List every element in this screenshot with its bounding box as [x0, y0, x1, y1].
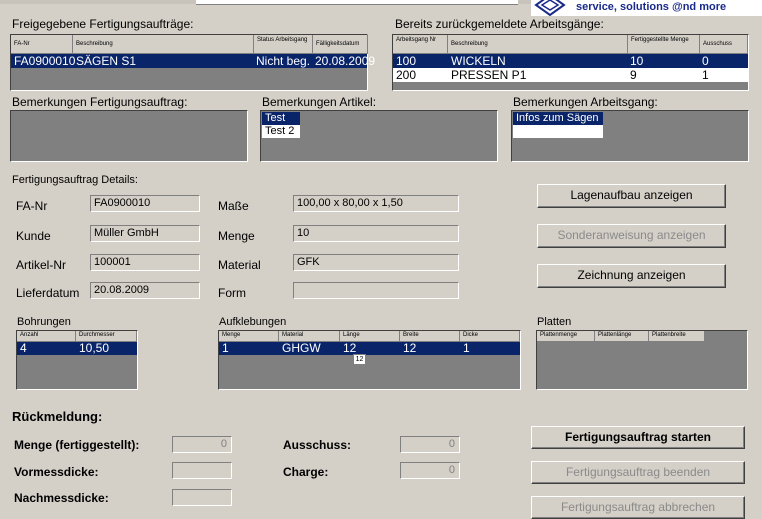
- cell-beschreibung: SÄGEN S1: [76, 54, 137, 68]
- table-row[interactable]: 100 WICKELN 10 0: [393, 54, 748, 68]
- platten-title: Platten: [537, 316, 572, 328]
- menge-label: Menge: [218, 229, 255, 243]
- col-header-fertiggestellte-menge[interactable]: Fertiggestellte Menge: [628, 35, 700, 54]
- lieferdatum-field[interactable]: 20.08.2009: [90, 282, 200, 299]
- table-row[interactable]: 1 GHGW 12 12 1: [219, 342, 520, 355]
- masse-label: Maße: [218, 199, 249, 213]
- cell-nr: 200: [396, 68, 417, 82]
- zurueckgemeldet-list[interactable]: Arbeitsgang Nr Beschreibung Fertiggestel…: [392, 34, 749, 91]
- table-row[interactable]: 4 10,50: [17, 342, 137, 355]
- col-header-beschreibung[interactable]: Beschreibung: [448, 35, 628, 54]
- lieferdatum-label: Lieferdatum: [16, 286, 80, 300]
- freigegebene-title: Freigegebene Fertigungsaufträge:: [12, 17, 194, 31]
- zurueckgemeldet-title: Bereits zurückgemeldete Arbeitsgänge:: [395, 17, 604, 31]
- list-item[interactable]: Test: [262, 112, 300, 125]
- bemerkungen-auftrag-title: Bemerkungen Fertigungsauftrag:: [12, 95, 188, 109]
- freigegebene-list[interactable]: FA-Nr Beschreibung Status Arbeitsgang Fä…: [10, 34, 375, 91]
- cell-ausschuss: 1: [702, 68, 709, 82]
- list-item[interactable]: Test 2: [262, 125, 300, 138]
- menge-field[interactable]: 10: [293, 225, 459, 242]
- cell-dicke: 1: [463, 341, 470, 355]
- list-item[interactable]: Infos zum Sägen: [513, 112, 603, 125]
- cell-beschreibung: WICKELN: [451, 54, 506, 68]
- cell-beschreibung: PRESSEN P1: [451, 68, 527, 82]
- cell-fa-nr: FA0900010: [14, 54, 76, 68]
- cell-material: GHGW: [282, 341, 321, 355]
- cell-datum: 20.08.2009: [315, 54, 376, 68]
- sonderanweisung-button[interactable]: Sonderanweisung anzeigen: [537, 224, 726, 248]
- logo: service, solutions @nd more: [531, 0, 762, 16]
- col-header-ausschuss[interactable]: Ausschuss: [700, 35, 748, 54]
- bohrungen-title: Bohrungen: [17, 316, 71, 328]
- bemerkungen-arbeitsgang-title: Bemerkungen Arbeitsgang:: [513, 95, 658, 109]
- bemerkungen-auftrag-list[interactable]: [10, 110, 248, 162]
- col-header-status[interactable]: Status Arbeitsgang: [254, 35, 313, 54]
- rueckmeldung-title: Rückmeldung:: [12, 409, 103, 424]
- masse-field[interactable]: 100,00 x 80,00 x 1,50: [293, 195, 459, 212]
- bohrungen-table[interactable]: Anzahl Durchmesser 4 10,50: [16, 330, 138, 390]
- vormessdicke-label: Vormessdicke:: [14, 465, 99, 479]
- fa-nr-field[interactable]: FA0900010: [90, 195, 200, 212]
- aufklebungen-table[interactable]: Menge Material Länge Breite Dicke 1 GHGW…: [218, 330, 521, 390]
- table-row[interactable]: 200 PRESSEN P1 9 1: [393, 68, 748, 82]
- details-title: Fertigungsauftrag Details:: [12, 174, 138, 186]
- kunde-label: Kunde: [16, 229, 51, 243]
- cell-menge: 1: [222, 341, 229, 355]
- vormessdicke-field[interactable]: [172, 462, 232, 479]
- cell-ausschuss: 0: [702, 54, 709, 68]
- cell-nr: 100: [396, 54, 417, 68]
- cell-status: Nicht beg.: [256, 54, 311, 68]
- starten-button[interactable]: Fertigungsauftrag starten: [531, 426, 745, 449]
- bemerkungen-arbeitsgang-list[interactable]: Infos zum Sägen: [511, 110, 749, 162]
- platten-table[interactable]: Plattenmenge Plattenlänge Plattenbreite: [536, 330, 748, 390]
- col-header-beschreibung[interactable]: Beschreibung: [73, 35, 254, 54]
- col-header-plattenlaenge[interactable]: Plattenlänge: [595, 331, 649, 342]
- col-header-faelligkeit[interactable]: Fälligkeitsdatum: [313, 35, 368, 54]
- charge-label: Charge:: [283, 465, 329, 479]
- bemerkungen-artikel-title: Bemerkungen Artikel:: [262, 95, 377, 109]
- cell-menge: 9: [630, 68, 637, 82]
- col-header-plattenbreite[interactable]: Plattenbreite: [649, 331, 705, 342]
- fa-nr-label: FA-Nr: [16, 199, 48, 213]
- list-item-empty[interactable]: [513, 125, 603, 138]
- material-label: Material: [218, 258, 261, 272]
- ausschuss-label: Ausschuss:: [283, 438, 352, 452]
- menge-fertig-label: Menge (fertiggestellt):: [14, 438, 140, 452]
- col-header-plattenmenge[interactable]: Plattenmenge: [537, 331, 595, 342]
- charge-field[interactable]: 0: [400, 462, 460, 479]
- top-field: [196, 0, 518, 5]
- col-header-fa-nr[interactable]: FA-Nr: [11, 35, 73, 54]
- col-header-arbeitsgang-nr[interactable]: Arbeitsgang Nr: [393, 35, 448, 54]
- material-field[interactable]: GFK: [293, 254, 459, 271]
- nachmessdicke-field[interactable]: [172, 489, 232, 506]
- nachmessdicke-label: Nachmessdicke:: [14, 491, 109, 505]
- logo-tagline: service, solutions @nd more: [576, 1, 727, 13]
- cell-durchmesser: 10,50: [79, 341, 110, 355]
- table-row[interactable]: FA0900010 SÄGEN S1 Nicht beg. 20.08.2009: [11, 54, 375, 68]
- aufklebungen-title: Aufklebungen: [219, 316, 287, 328]
- lagenaufbau-button[interactable]: Lagenaufbau anzeigen: [537, 184, 726, 208]
- cell-anzahl: 4: [20, 341, 27, 355]
- zeichnung-button[interactable]: Zeichnung anzeigen: [537, 264, 726, 288]
- logo-icon: [534, 0, 566, 16]
- artikel-field[interactable]: 100001: [90, 254, 200, 271]
- bemerkungen-artikel-list[interactable]: Test Test 2: [260, 110, 498, 162]
- cell-tooltip: 12: [353, 354, 366, 365]
- beenden-button[interactable]: Fertigungsauftrag beenden: [531, 461, 745, 484]
- cell-menge: 10: [630, 54, 644, 68]
- cell-breite: 12: [403, 341, 417, 355]
- artikel-label: Artikel-Nr: [16, 258, 66, 272]
- form-field[interactable]: [293, 282, 459, 299]
- kunde-field[interactable]: Müller GmbH: [90, 225, 200, 242]
- menge-fertig-field[interactable]: 0: [172, 436, 232, 453]
- form-label: Form: [218, 286, 246, 300]
- ausschuss-field[interactable]: 0: [400, 436, 460, 453]
